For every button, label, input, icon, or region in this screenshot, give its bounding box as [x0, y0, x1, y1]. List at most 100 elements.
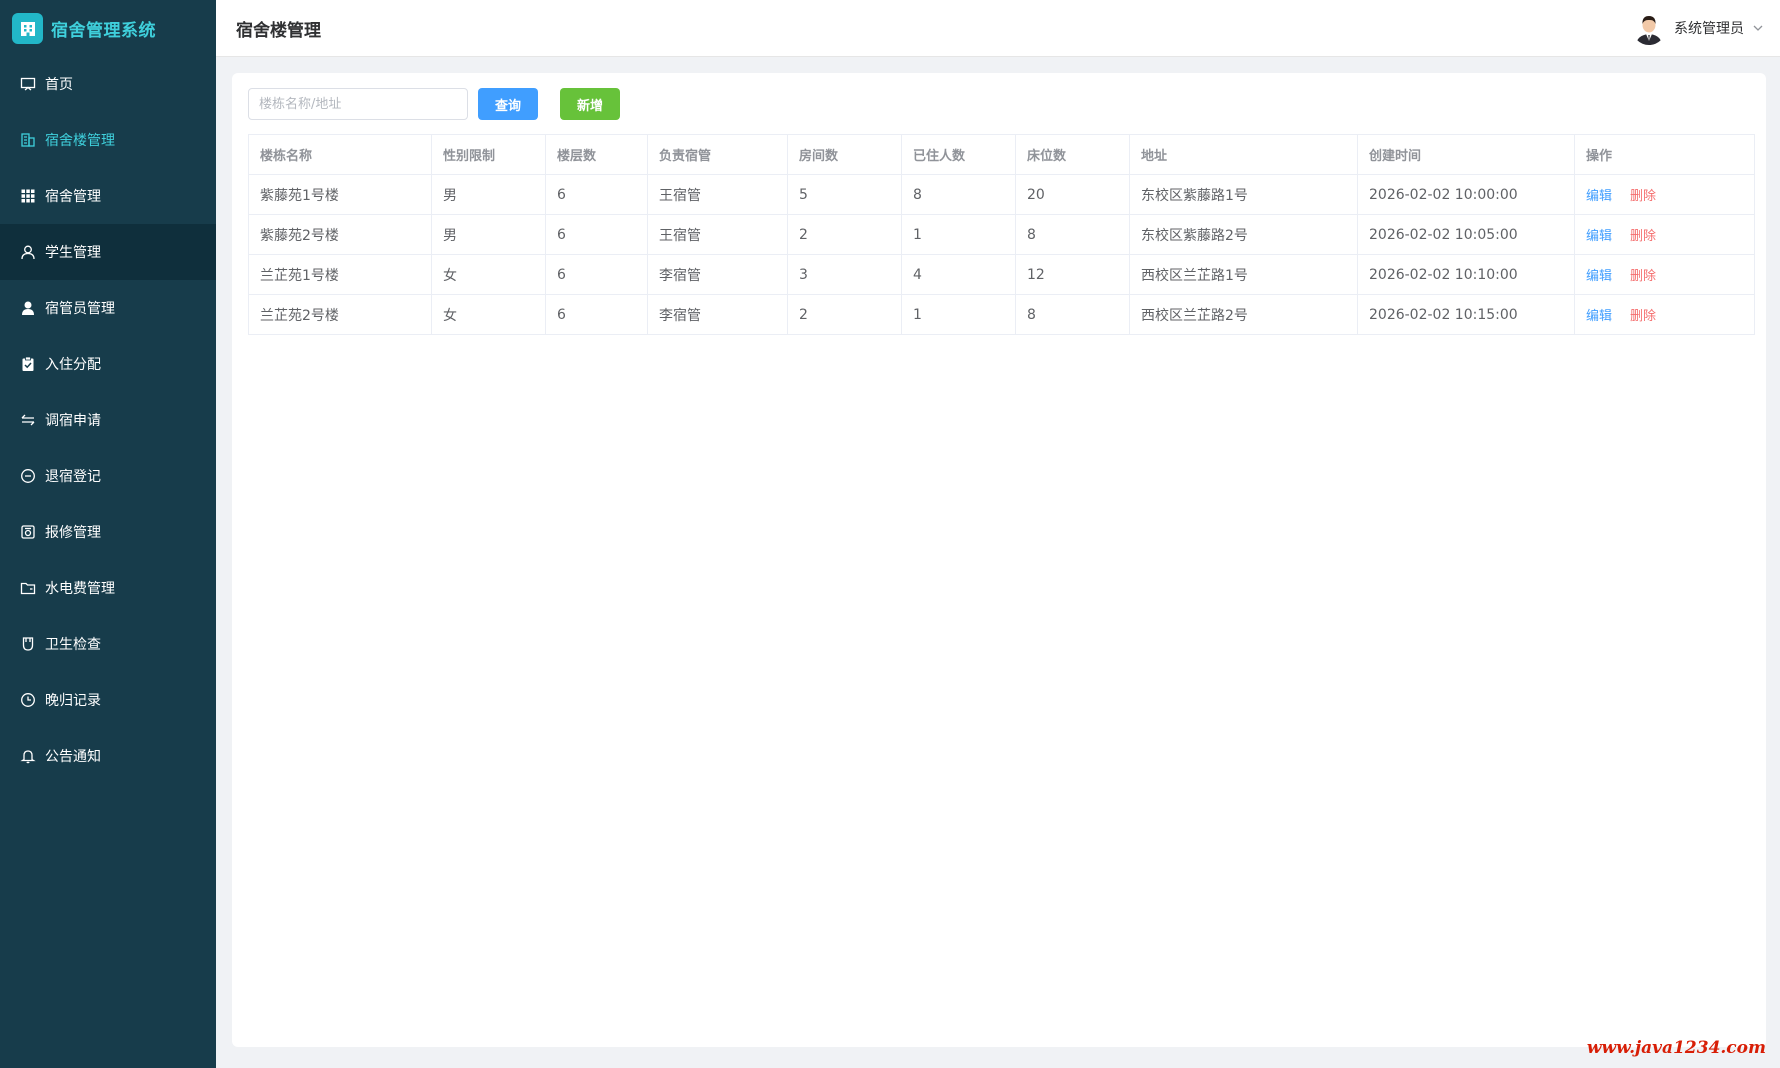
table-cell: 李宿管 — [647, 254, 788, 295]
table-cell: 兰芷苑1号楼 — [248, 254, 432, 295]
sidebar-item-repair[interactable]: 报修管理 — [0, 504, 216, 560]
delete-button[interactable]: 删除 — [1630, 229, 1656, 244]
table-cell: 3 — [787, 254, 902, 295]
sidebar-item-label: 公告通知 — [45, 749, 101, 765]
sidebar: 宿舍管理系统 首页宿舍楼管理宿舍管理学生管理宿管员管理入住分配调宿申请退宿登记报… — [0, 0, 216, 1068]
chevron-down-icon — [1752, 19, 1764, 38]
sidebar-item-manager[interactable]: 宿管员管理 — [0, 280, 216, 336]
table-cell: 2 — [787, 214, 902, 255]
actions-cell: 编辑 删除 — [1574, 214, 1755, 255]
sidebar-item-label: 卫生检查 — [45, 637, 101, 653]
app-root: 宿舍管理系统 首页宿舍楼管理宿舍管理学生管理宿管员管理入住分配调宿申请退宿登记报… — [0, 0, 1780, 1068]
table-cell: 5 — [787, 174, 902, 215]
table-cell: 东校区紫藤路1号 — [1129, 174, 1358, 215]
table-cell: 2 — [787, 294, 902, 335]
edit-button[interactable]: 编辑 — [1586, 189, 1612, 204]
table-cell: 1 — [901, 214, 1016, 255]
sidebar-item-building[interactable]: 宿舍楼管理 — [0, 112, 216, 168]
table-cell: 2026-02-02 10:10:00 — [1357, 254, 1575, 295]
table-cell: 女 — [431, 254, 546, 295]
sidebar-item-label: 调宿申请 — [45, 413, 101, 429]
table-cell: 西校区兰芷路2号 — [1129, 294, 1358, 335]
edit-button[interactable]: 编辑 — [1586, 269, 1612, 284]
table-row: 兰芷苑1号楼女 6 李宿管 3 4 12 西校区兰芷路1号 2026-02-02 10:10:… — [248, 254, 1755, 295]
table-cell: 西校区兰芷路1号 — [1129, 254, 1358, 295]
table-cell: 4 — [901, 254, 1016, 295]
delete-button[interactable]: 删除 — [1630, 309, 1656, 324]
toolbar: 查询 新增 — [248, 88, 620, 120]
user-dropdown[interactable]: 系统管理员 — [1632, 11, 1780, 45]
sidebar-item-label: 宿管员管理 — [45, 301, 115, 317]
clipboard-check-icon — [20, 356, 36, 372]
sidebar-item-checkin[interactable]: 入住分配 — [0, 336, 216, 392]
home-icon — [20, 76, 36, 92]
table-cell: 兰芷苑2号楼 — [248, 294, 432, 335]
sidebar-item-checkout[interactable]: 退宿登记 — [0, 448, 216, 504]
cup-icon — [20, 636, 36, 652]
actions-cell: 编辑 删除 — [1574, 294, 1755, 335]
sidebar-item-home[interactable]: 首页 — [0, 56, 216, 112]
sidebar-item-label: 学生管理 — [45, 245, 101, 261]
clock-icon — [20, 692, 36, 708]
sidebar-menu: 首页宿舍楼管理宿舍管理学生管理宿管员管理入住分配调宿申请退宿登记 报修管理水电费管… — [0, 56, 216, 784]
column-header[interactable]: 地址 — [1129, 134, 1358, 175]
sidebar-item-transfer[interactable]: 调宿申请 — [0, 392, 216, 448]
brand[interactable]: 宿舍管理系统 — [0, 0, 216, 56]
table-cell: 王宿管 — [647, 214, 788, 255]
building-table: 楼栋名称 性别限制 楼层数 负责宿管 房间数 已住人数 床位数 地址 创建时间 操作 紫藤苑1号楼… — [248, 134, 1755, 335]
table-cell: 1 — [901, 294, 1016, 335]
repair-icon — [20, 524, 36, 540]
column-header[interactable]: 负责宿管 — [647, 134, 788, 175]
table-cell: 6 — [545, 294, 648, 335]
table-cell: 6 — [545, 214, 648, 255]
sidebar-item-label: 水电费管理 — [45, 581, 115, 597]
add-button[interactable]: 新增 — [560, 88, 620, 120]
avatar — [1632, 11, 1666, 45]
sidebar-item-hygiene[interactable]: 卫生检查 — [0, 616, 216, 672]
actions-cell: 编辑 删除 — [1574, 254, 1755, 295]
sidebar-item-label: 首页 — [45, 77, 73, 93]
swap-icon — [20, 412, 36, 428]
building-outline-icon — [20, 132, 36, 148]
table-body: 紫藤苑1号楼男 6 王宿管 5 8 20 东校区紫藤路1号 2026-02-02 10:00:… — [248, 174, 1755, 335]
sidebar-item-dorm[interactable]: 宿舍管理 — [0, 168, 216, 224]
table-cell: 2026-02-02 10:15:00 — [1357, 294, 1575, 335]
building-icon — [12, 12, 43, 44]
table-row: 紫藤苑1号楼男 6 王宿管 5 8 20 东校区紫藤路1号 2026-02-02 10:00:… — [248, 174, 1755, 215]
sidebar-item-label: 宿舍管理 — [45, 189, 101, 205]
folder-icon — [20, 580, 36, 596]
column-header[interactable]: 房间数 — [787, 134, 902, 175]
table-row: 兰芷苑2号楼女 6 李宿管 2 1 8 西校区兰芷路2号 2026-02-02 10:15:0… — [248, 294, 1755, 335]
table-cell: 12 — [1015, 254, 1130, 295]
table-cell: 女 — [431, 294, 546, 335]
delete-button[interactable]: 删除 — [1630, 269, 1656, 284]
column-header[interactable]: 已住人数 — [901, 134, 1016, 175]
table-row: 紫藤苑2号楼男 6 王宿管 2 1 8 东校区紫藤路2号 2026-02-02 10:05:0… — [248, 214, 1755, 255]
column-header[interactable]: 床位数 — [1015, 134, 1130, 175]
search-input[interactable] — [248, 88, 468, 120]
query-button[interactable]: 查询 — [478, 88, 538, 120]
bell-icon — [20, 748, 36, 764]
column-header[interactable]: 性别限制 — [431, 134, 546, 175]
column-header[interactable]: 楼栋名称 — [248, 134, 432, 175]
edit-button[interactable]: 编辑 — [1586, 229, 1612, 244]
minus-circle-icon — [20, 468, 36, 484]
table-cell: 王宿管 — [647, 174, 788, 215]
table-cell: 6 — [545, 254, 648, 295]
sidebar-item-label: 入住分配 — [45, 357, 101, 373]
sidebar-item-utility[interactable]: 水电费管理 — [0, 560, 216, 616]
delete-button[interactable]: 删除 — [1630, 189, 1656, 204]
app-title: 宿舍管理系统 — [51, 20, 156, 41]
edit-button[interactable]: 编辑 — [1586, 309, 1612, 324]
user-filled-icon — [20, 300, 36, 316]
sidebar-item-student[interactable]: 学生管理 — [0, 224, 216, 280]
column-header[interactable]: 创建时间 — [1357, 134, 1575, 175]
grid-icon — [20, 188, 36, 204]
column-header[interactable]: 操作 — [1574, 134, 1755, 175]
sidebar-item-notice[interactable]: 公告通知 — [0, 728, 216, 784]
table-cell: 2026-02-02 10:05:00 — [1357, 214, 1575, 255]
table-cell: 20 — [1015, 174, 1130, 215]
user-outline-icon — [20, 244, 36, 260]
sidebar-item-late[interactable]: 晚归记录 — [0, 672, 216, 728]
column-header[interactable]: 楼层数 — [545, 134, 648, 175]
